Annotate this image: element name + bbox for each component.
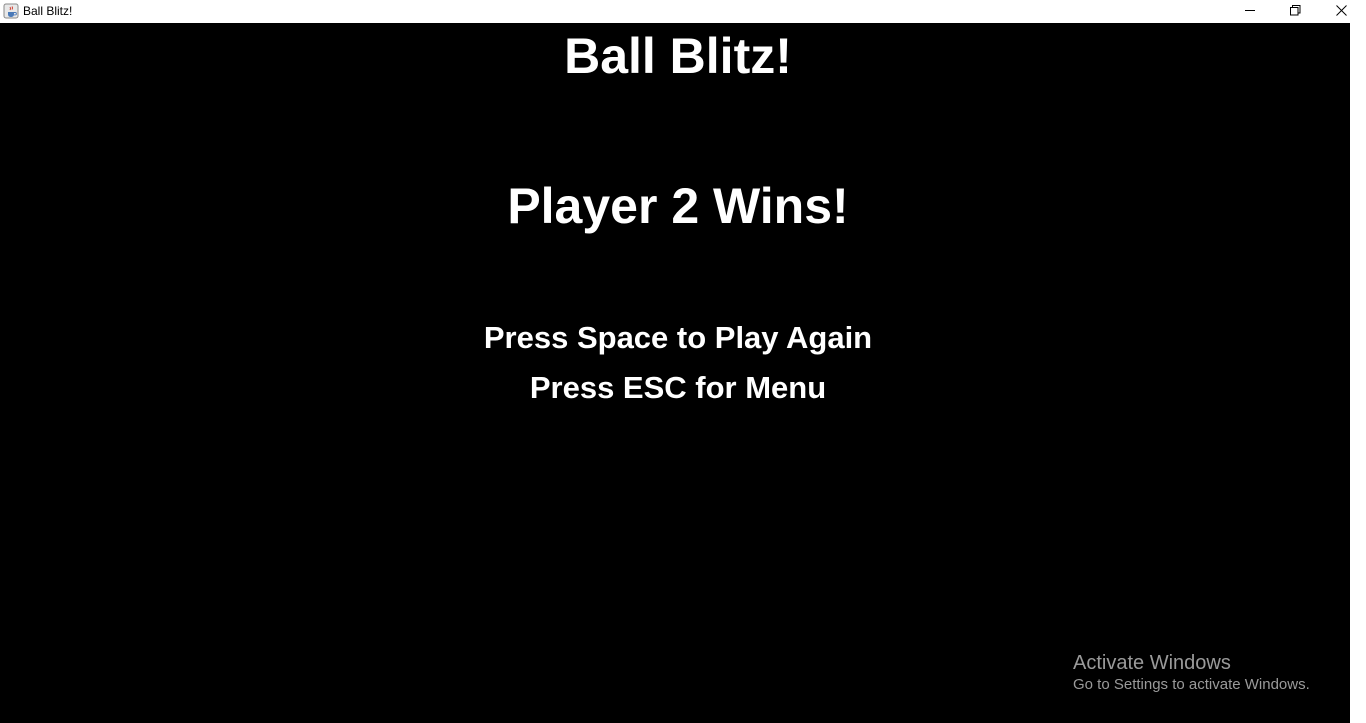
menu-prompt: Press ESC for Menu	[529, 370, 827, 405]
activate-windows-subtitle: Go to Settings to activate Windows.	[1073, 676, 1310, 693]
title-bar[interactable]: Ball Blitz!	[0, 0, 1366, 23]
app-window: Ball Blitz! Ball Blitz! Player 2 Wins! P…	[0, 0, 1366, 723]
close-button[interactable]	[1318, 0, 1364, 22]
window-title: Ball Blitz!	[23, 4, 73, 18]
result-text: Player 2 Wins!	[507, 178, 849, 234]
java-cup-icon	[3, 3, 19, 19]
minimize-icon	[1245, 10, 1255, 11]
restore-icon	[1290, 5, 1301, 16]
play-again-prompt: Press Space to Play Again	[483, 320, 873, 355]
close-icon	[1336, 5, 1347, 16]
minimize-button[interactable]	[1227, 0, 1273, 22]
restore-button[interactable]	[1272, 0, 1318, 22]
activate-windows-title: Activate Windows	[1073, 652, 1231, 674]
game-title: Ball Blitz!	[564, 28, 792, 84]
